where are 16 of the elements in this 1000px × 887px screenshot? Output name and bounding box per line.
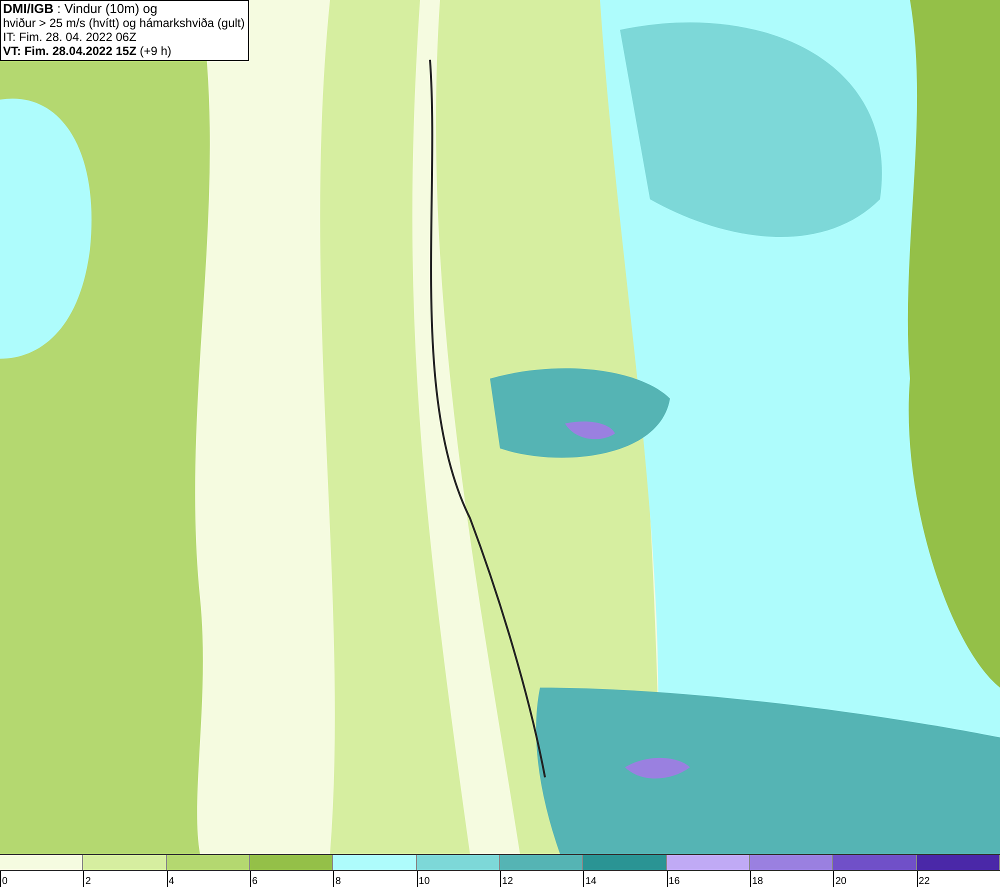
legend-label: 0 [2,875,8,887]
legend-label: 10 [418,875,430,887]
header-text: hviður > 25 m/s (hvítt) og hámarkshviða (gult) [3,16,245,30]
legend-label: 4 [168,875,174,887]
legend-label: 22 [918,875,930,887]
header-text: VT: Fim. 28.04.2022 15Z (+9 h) [3,44,172,58]
legend-label: 12 [502,875,514,887]
header-text: DMI/IGB : Vindur (10m) og [3,2,158,16]
legend-label: 6 [252,875,258,887]
legend-label: 20 [835,875,846,887]
legend-label: 2 [85,875,91,887]
legend-label: 16 [668,875,680,887]
legend-label: 14 [585,875,596,887]
legend-label: 8 [335,875,341,887]
legend-label: 18 [752,875,764,887]
header-text: IT: Fim. 28. 04. 2022 06Z [3,30,138,44]
